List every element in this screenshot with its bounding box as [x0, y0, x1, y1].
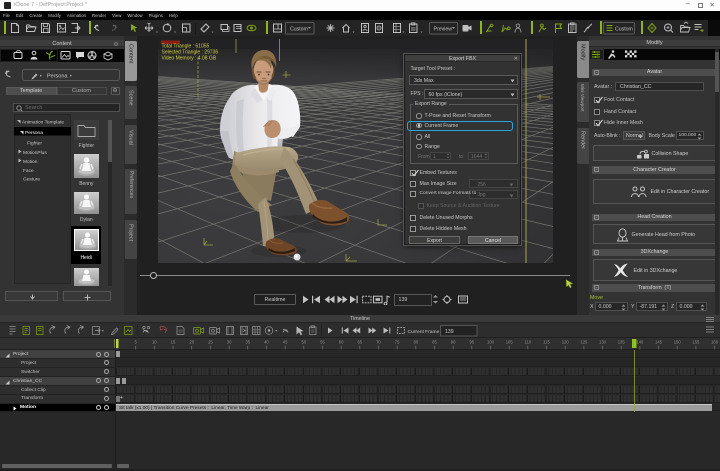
svg-text:Preview: Preview: [434, 26, 453, 32]
svg-text:Persona: Persona: [25, 130, 43, 136]
svg-text:125: 125: [580, 340, 588, 345]
svg-text:10: 10: [152, 340, 157, 345]
svg-text:130: 130: [599, 340, 607, 345]
svg-text:Persona: Persona: [47, 74, 68, 80]
svg-text:Custom: Custom: [290, 26, 308, 32]
svg-text:65: 65: [357, 340, 362, 345]
svg-text:85: 85: [432, 340, 437, 345]
svg-text:105: 105: [506, 340, 514, 345]
svg-text:30: 30: [227, 340, 232, 345]
svg-text:70: 70: [376, 340, 381, 345]
svg-text:20: 20: [189, 340, 194, 345]
svg-text:150: 150: [674, 340, 682, 345]
svg-text:60: 60: [339, 340, 344, 345]
svg-text:25: 25: [208, 340, 213, 345]
svg-text:155: 155: [692, 340, 700, 345]
svg-text:115: 115: [543, 340, 550, 345]
svg-text:15: 15: [171, 340, 176, 345]
svg-text:110: 110: [524, 340, 531, 345]
svg-text:Motion: Motion: [23, 159, 38, 165]
svg-text:80: 80: [413, 340, 418, 345]
svg-text:Animation Template: Animation Template: [22, 120, 64, 126]
svg-text:95: 95: [469, 340, 474, 345]
svg-text:45: 45: [283, 340, 288, 345]
svg-text:35: 35: [245, 340, 250, 345]
svg-text:5: 5: [135, 340, 138, 345]
svg-text:Custom: Custom: [615, 26, 633, 32]
svg-text:75: 75: [395, 340, 400, 345]
svg-text:135: 135: [618, 340, 626, 345]
svg-text:MotionPlus: MotionPlus: [23, 150, 47, 156]
svg-text:140: 140: [636, 340, 644, 345]
svg-text:Fighter: Fighter: [27, 141, 42, 147]
svg-text:90: 90: [451, 340, 456, 345]
svg-text:100: 100: [487, 340, 495, 345]
svg-text:Video Memory : 4.08 GB: Video Memory : 4.08 GB: [162, 56, 217, 62]
svg-text:55: 55: [320, 340, 325, 345]
svg-text:Gesture: Gesture: [23, 177, 40, 183]
svg-text:50: 50: [301, 340, 306, 345]
svg-text:145: 145: [655, 340, 663, 345]
svg-text:120: 120: [562, 340, 570, 345]
svg-text:Face: Face: [23, 168, 34, 174]
svg-text:160: 160: [711, 340, 719, 345]
svg-text:40: 40: [264, 340, 269, 345]
